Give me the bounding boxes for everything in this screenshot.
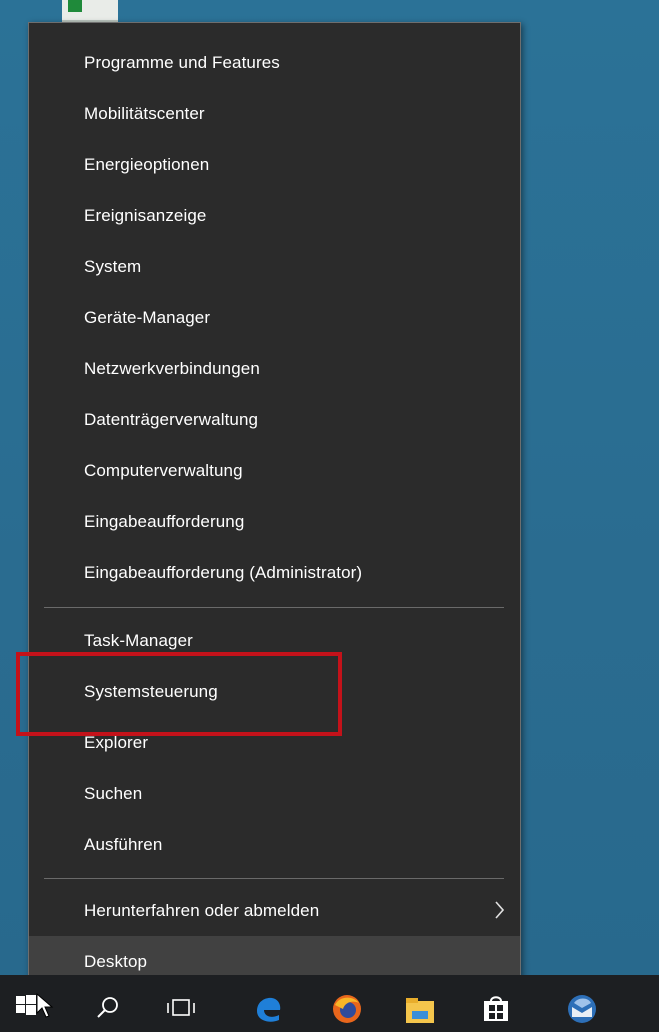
menu-item-command-prompt[interactable]: Eingabeaufforderung [29, 496, 520, 547]
menu-item-search[interactable]: Suchen [29, 768, 520, 819]
menu-item-label: Datenträgerverwaltung [84, 409, 259, 429]
menu-item-mobility-center[interactable]: Mobilitätscenter [29, 88, 520, 139]
menu-item-label: Desktop [84, 951, 148, 971]
menu-item-label: Computerverwaltung [84, 460, 243, 480]
menu-item-event-viewer[interactable]: Ereignisanzeige [29, 190, 520, 241]
menu-item-command-prompt-admin[interactable]: Eingabeaufforderung (Administrator) [29, 547, 520, 598]
firefox-icon[interactable] [331, 993, 363, 1025]
menu-separator [44, 878, 504, 879]
menu-item-label: System [84, 256, 142, 276]
menu-item-label: Suchen [84, 783, 143, 803]
mouse-cursor-icon [36, 993, 54, 1018]
menu-item-label: Mobilitätscenter [84, 103, 205, 123]
menu-item-label: Eingabeaufforderung (Administrator) [84, 562, 363, 582]
file-explorer-icon[interactable] [404, 995, 436, 1025]
search-icon[interactable] [96, 995, 120, 1019]
windows-start-icon[interactable] [16, 995, 36, 1015]
menu-item-label: Task-Manager [84, 630, 193, 650]
menu-item-computer-management[interactable]: Computerverwaltung [29, 445, 520, 496]
thunderbird-icon[interactable] [566, 993, 598, 1025]
menu-item-system[interactable]: System [29, 241, 520, 292]
task-view-icon[interactable] [166, 997, 196, 1017]
menu-item-label: Programme und Features [84, 52, 280, 72]
menu-item-disk-management[interactable]: Datenträgerverwaltung [29, 394, 520, 445]
menu-item-power-options[interactable]: Energieoptionen [29, 139, 520, 190]
menu-item-label: Ausführen [84, 834, 163, 854]
menu-item-shutdown-signout[interactable]: Herunterfahren oder abmelden [29, 885, 520, 936]
menu-item-network-connections[interactable]: Netzwerkverbindungen [29, 343, 520, 394]
menu-item-label: Ereignisanzeige [84, 205, 207, 225]
highlight-box [16, 652, 342, 736]
menu-item-label: Eingabeaufforderung [84, 511, 245, 531]
menu-item-label: Netzwerkverbindungen [84, 358, 260, 378]
desktop-shortcut-icon[interactable] [62, 0, 118, 22]
menu-separator [44, 607, 504, 608]
menu-item-device-manager[interactable]: Geräte-Manager [29, 292, 520, 343]
chevron-right-icon [495, 901, 504, 919]
winx-context-menu: Programme und Features Mobilitätscenter … [28, 22, 521, 1000]
menu-item-label: Geräte-Manager [84, 307, 211, 327]
menu-item-label: Energieoptionen [84, 154, 210, 174]
edge-icon[interactable] [254, 995, 282, 1023]
taskbar [0, 975, 659, 1032]
menu-item-label: Herunterfahren oder abmelden [84, 900, 320, 920]
menu-item-programs-features[interactable]: Programme und Features [29, 37, 520, 88]
menu-item-run[interactable]: Ausführen [29, 819, 520, 870]
store-icon[interactable] [482, 995, 510, 1023]
